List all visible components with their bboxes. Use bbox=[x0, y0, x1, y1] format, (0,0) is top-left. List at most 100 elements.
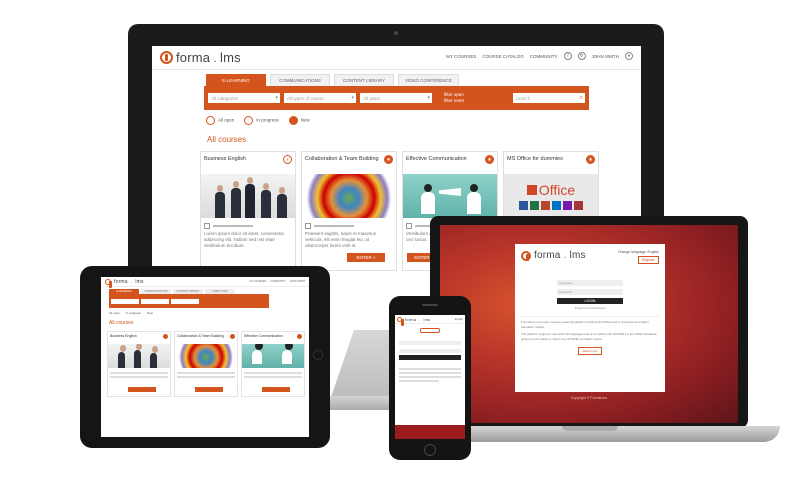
username-field[interactable] bbox=[399, 341, 461, 345]
status-in-progress-label[interactable]: In progress bbox=[126, 311, 141, 315]
course-card[interactable]: Business English bbox=[107, 331, 171, 397]
phone-screen: forma. lms English bbox=[395, 315, 465, 439]
user-name[interactable]: JOHN SMITH bbox=[290, 280, 305, 283]
forgot-password-link[interactable]: Forgot? Lost password bbox=[521, 306, 659, 310]
course-types-select[interactable] bbox=[141, 298, 169, 304]
top-navigation: MY COURSES COURSE CATALOG COMMUNITY ? ✲ … bbox=[446, 52, 633, 60]
megaphone-icon bbox=[439, 188, 461, 196]
login-button[interactable] bbox=[399, 355, 461, 360]
onenote-icon bbox=[563, 201, 572, 210]
filter-links: filter open filter reset bbox=[444, 92, 464, 104]
person-figure bbox=[282, 344, 293, 364]
tab-video-conference[interactable]: VIDEO CONFERENCE bbox=[398, 74, 459, 86]
outlook-icon bbox=[552, 201, 561, 210]
username-field[interactable]: Username bbox=[557, 280, 623, 286]
logo-mark-icon bbox=[397, 316, 404, 326]
years-select[interactable]: All years bbox=[360, 93, 432, 103]
tablet-top-nav: MY COURSES COMMUNITY JOHN SMITH bbox=[250, 280, 305, 283]
course-card[interactable]: Collaboration & Team Building bbox=[174, 331, 238, 397]
logo-text-a: forma bbox=[405, 316, 417, 322]
tablet-home-button bbox=[313, 350, 323, 360]
status-open-icon bbox=[206, 116, 215, 125]
colorful-figures-image bbox=[302, 174, 396, 218]
logo-dot: . bbox=[563, 250, 567, 261]
logo-text-b: lms bbox=[569, 250, 586, 261]
status-in-progress[interactable]: In progress bbox=[244, 116, 279, 125]
nav-course-catalog[interactable]: COURSE CATALOG bbox=[482, 54, 523, 59]
gear-icon[interactable]: ✲ bbox=[577, 52, 586, 60]
tab-e-learning[interactable]: E-LEARNING bbox=[206, 74, 266, 86]
tab-video-conference[interactable]: VIDEO CONF bbox=[205, 289, 235, 294]
login-button[interactable]: LOGIN bbox=[557, 298, 623, 304]
course-types-select[interactable]: All types of course bbox=[284, 93, 356, 103]
filter-bar: All categories All types of course All y… bbox=[204, 86, 589, 110]
language-select[interactable]: English bbox=[455, 318, 463, 321]
user-name[interactable]: JOHN SMITH bbox=[592, 54, 620, 59]
tab-content-library[interactable]: CONTENT LIBRARY bbox=[334, 74, 394, 86]
logo-text-b: lms bbox=[220, 50, 241, 65]
enter-button[interactable]: ENTER » bbox=[347, 253, 385, 262]
course-title: Business English bbox=[204, 156, 246, 162]
status-new[interactable]: New bbox=[288, 116, 310, 125]
tab-e-learning[interactable]: E-LEARNING bbox=[109, 289, 139, 294]
register-button[interactable] bbox=[420, 328, 440, 333]
password-field[interactable] bbox=[399, 349, 461, 353]
brand-logo[interactable]: forma. lms bbox=[160, 50, 241, 65]
course-title: MS Office for dummies bbox=[507, 156, 563, 162]
tablet-status: All open In progress New bbox=[109, 311, 309, 315]
tablet-screen: forma. lms MY COURSES COMMUNITY JOHN SMIT… bbox=[101, 277, 309, 437]
register-button[interactable]: Register bbox=[637, 256, 659, 264]
course-card[interactable]: Collaboration & Team Building ★ Praesent… bbox=[301, 151, 397, 271]
status-open[interactable]: All open bbox=[206, 116, 234, 125]
user-icon[interactable]: ● bbox=[625, 52, 633, 60]
phone-footer bbox=[395, 425, 465, 439]
logo-mark-icon bbox=[105, 278, 112, 288]
tab-communications[interactable]: COMMUNICATIONS bbox=[270, 74, 330, 86]
password-field[interactable]: Password bbox=[557, 289, 623, 295]
nav-my-courses[interactable]: MY COURSES bbox=[446, 54, 476, 59]
course-title: Business English bbox=[110, 334, 137, 338]
status-open-label: All open bbox=[218, 117, 235, 123]
powerpoint-icon bbox=[541, 201, 550, 210]
search-input[interactable]: Search bbox=[513, 93, 585, 103]
laptop: forma. lms Change language: English Regis… bbox=[430, 216, 748, 428]
status-new-label[interactable]: New bbox=[147, 311, 153, 315]
course-card[interactable]: Business English ✓ Lorem ipsum dolor sit… bbox=[200, 151, 296, 271]
nav-community[interactable]: COMMUNITY bbox=[530, 54, 558, 59]
tablet: forma. lms MY COURSES COMMUNITY JOHN SMIT… bbox=[80, 266, 330, 448]
new-badge-icon bbox=[230, 334, 235, 339]
logo-dot: . bbox=[419, 316, 421, 322]
check-icon: ✓ bbox=[283, 155, 292, 164]
course-card[interactable]: Effective Communication bbox=[241, 331, 305, 397]
phone-home-button bbox=[424, 444, 436, 456]
tablet-course-grid: Business English Collaboration & Team Bu… bbox=[107, 331, 309, 397]
person-figure bbox=[134, 344, 142, 368]
text-line bbox=[110, 376, 168, 378]
nav-community[interactable]: COMMUNITY bbox=[270, 280, 285, 283]
brand-logo: forma. lms bbox=[397, 316, 431, 326]
filter-reset-link[interactable]: filter reset bbox=[444, 98, 464, 104]
laptop-notch bbox=[562, 426, 618, 431]
categories-select[interactable] bbox=[111, 298, 139, 304]
status-open-label[interactable]: All open bbox=[109, 311, 120, 315]
course-title: Effective Communication bbox=[244, 334, 283, 338]
tablet-filter-bar bbox=[109, 294, 269, 308]
enter-button[interactable] bbox=[195, 387, 223, 392]
course-description: Lorem ipsum dolor sit amet, consectetur … bbox=[204, 231, 285, 248]
years-select[interactable] bbox=[171, 298, 199, 304]
nav-my-courses[interactable]: MY COURSES bbox=[250, 280, 267, 283]
divider bbox=[521, 316, 659, 317]
person-figure bbox=[150, 346, 158, 368]
read-more-button[interactable]: Read more bbox=[578, 347, 602, 355]
language-select[interactable]: Change language: English bbox=[618, 250, 659, 254]
categories-select[interactable]: All categories bbox=[208, 93, 280, 103]
tab-communications[interactable]: COMMUNICATIONS bbox=[141, 289, 171, 294]
enter-button[interactable] bbox=[262, 387, 290, 392]
logo-text-b: lms bbox=[423, 316, 431, 322]
login-header: forma. lms Change language: English Regis… bbox=[521, 250, 659, 264]
help-icon[interactable]: ? bbox=[563, 52, 572, 60]
new-badge-icon bbox=[297, 334, 302, 339]
enter-button[interactable] bbox=[128, 387, 156, 392]
tab-content-library[interactable]: CONTENT LIBRARY bbox=[173, 289, 203, 294]
word-icon bbox=[519, 201, 528, 210]
